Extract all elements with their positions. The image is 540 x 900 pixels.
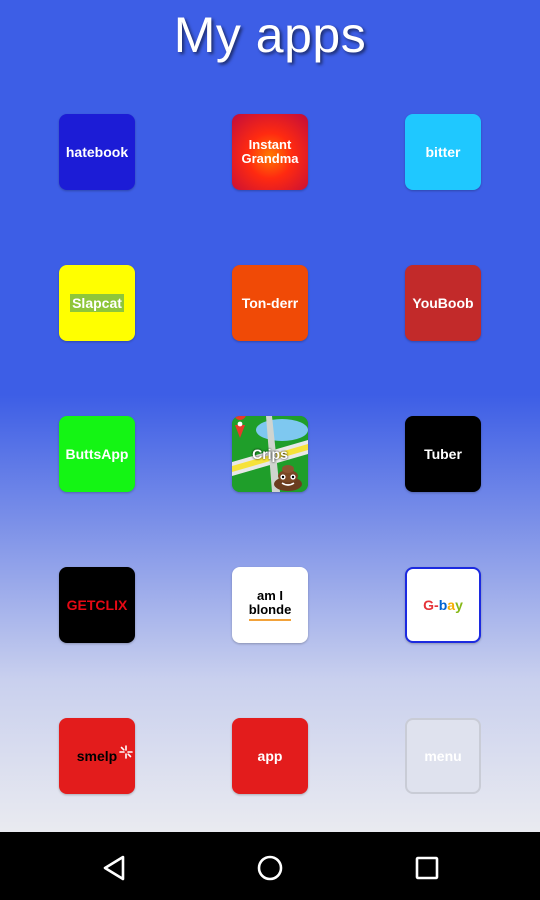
recents-button[interactable] <box>409 850 445 886</box>
app-label: ButtsApp <box>65 446 129 462</box>
app-hatebook[interactable]: hatebook <box>59 114 135 190</box>
app-label: Ton-derr <box>241 295 299 311</box>
app-label: smelp <box>76 748 118 764</box>
app-label: Slapcat <box>70 294 124 312</box>
back-triangle-icon <box>103 855 125 881</box>
app-crips[interactable]: Crips <box>232 416 308 492</box>
app-g-bay[interactable]: G-bay <box>405 567 481 643</box>
app-label: Crips <box>252 446 288 462</box>
app-am-i-blonde[interactable]: am I blonde <box>232 567 308 643</box>
app-instant-grandma[interactable]: Instant Grandma <box>232 114 308 190</box>
app-label: GETCLIX <box>66 597 128 613</box>
burst-icon <box>119 745 133 759</box>
app-youboob[interactable]: YouBoob <box>405 265 481 341</box>
app-bitter[interactable]: bitter <box>405 114 481 190</box>
app-label: am I blonde <box>248 589 292 621</box>
page-title: My apps <box>173 7 367 63</box>
app-slapcat[interactable]: Slapcat <box>59 265 135 341</box>
home-button[interactable] <box>252 850 288 886</box>
app-label: app <box>257 748 283 764</box>
app-getclix[interactable]: GETCLIX <box>59 567 135 643</box>
app-label: menu <box>424 748 462 764</box>
app-app[interactable]: app <box>232 718 308 794</box>
navigation-bar <box>0 832 540 900</box>
app-label: bitter <box>425 144 461 160</box>
recents-square-icon <box>415 856 439 880</box>
app-smelp[interactable]: smelp <box>59 718 135 794</box>
app-label: Instant Grandma <box>241 137 299 166</box>
home-circle-icon <box>257 855 283 881</box>
app-label: hatebook <box>65 144 129 160</box>
app-menu[interactable]: menu <box>405 718 481 794</box>
app-label: YouBoob <box>412 295 474 311</box>
app-ton-derr[interactable]: Ton-derr <box>232 265 308 341</box>
app-label: G-bay <box>423 597 463 613</box>
app-tuber[interactable]: Tuber <box>405 416 481 492</box>
back-button[interactable] <box>96 850 132 886</box>
app-buttsapp[interactable]: ButtsApp <box>59 416 135 492</box>
app-label: Tuber <box>424 446 462 462</box>
